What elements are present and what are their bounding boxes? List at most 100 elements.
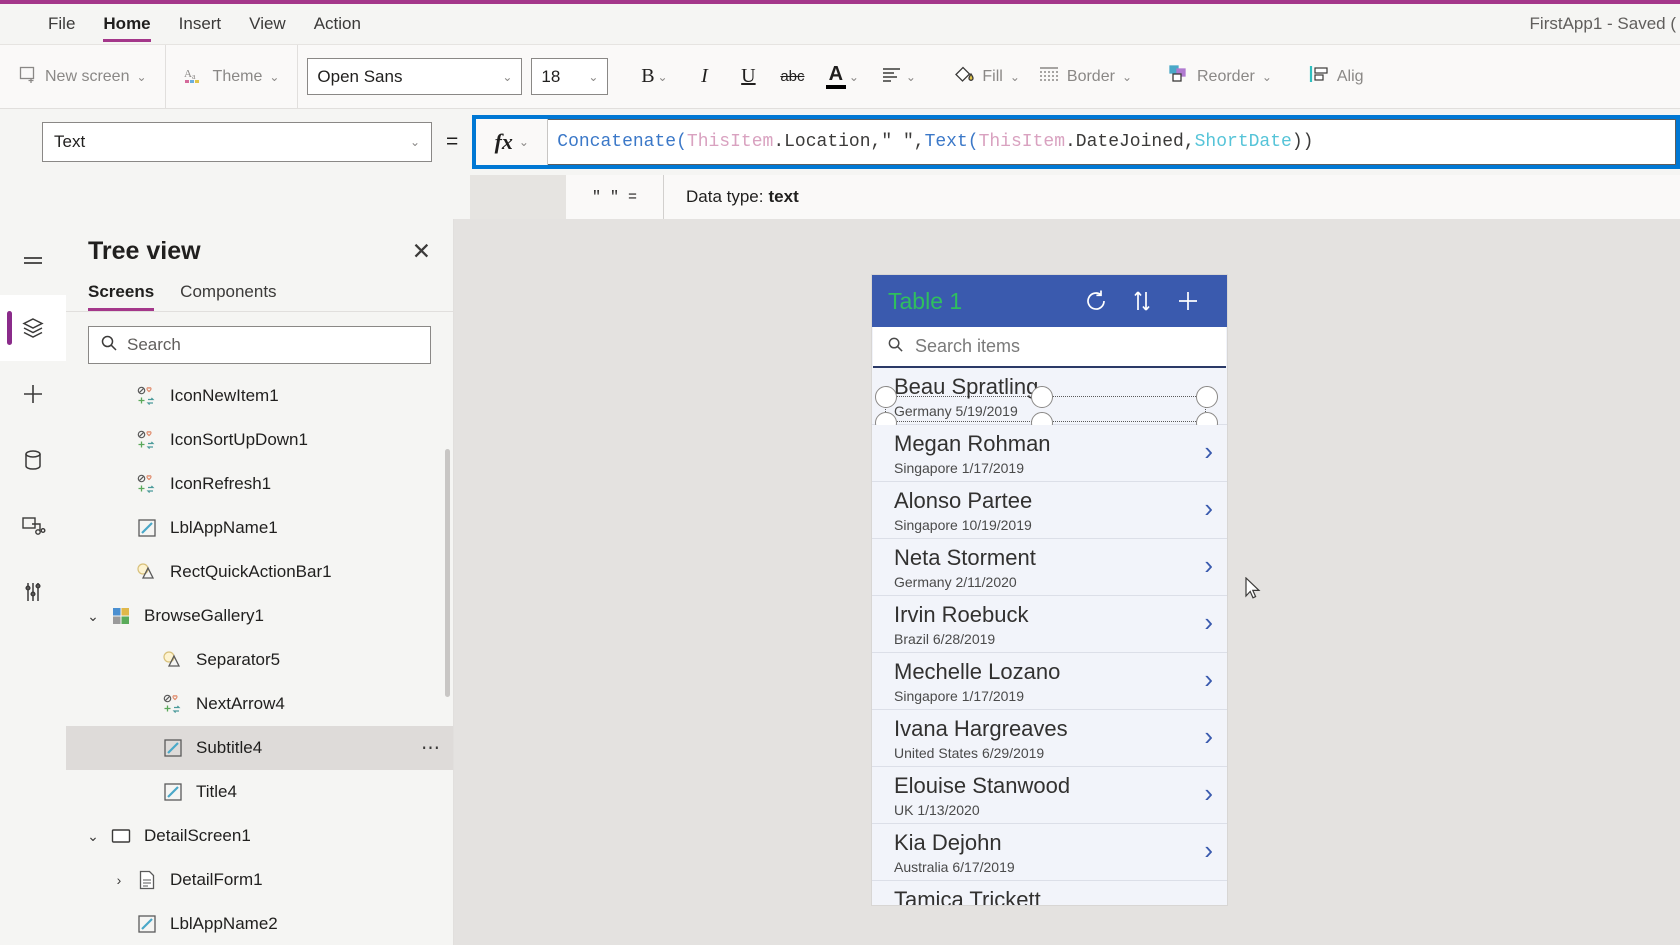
tree-view-icon[interactable] — [0, 295, 66, 361]
formula-input-wrapper: fx ⌄ Concatenate(ThisItem .Location, " ",… — [472, 115, 1680, 169]
close-icon[interactable]: ✕ — [412, 240, 431, 263]
tree-node-label: Separator5 — [196, 650, 281, 669]
chevron-down-icon: ⌄ — [409, 135, 420, 149]
bold-label: B — [641, 65, 655, 87]
next-arrow-icon[interactable]: › — [1204, 837, 1213, 863]
tree-node-title4[interactable]: Title4 — [66, 770, 453, 814]
fx-button[interactable]: fx ⌄ — [476, 119, 549, 165]
reorder-button[interactable]: Reorder ⌄ — [1159, 58, 1281, 95]
resize-handle-tr[interactable] — [1196, 386, 1218, 408]
tab-screens[interactable]: Screens — [88, 282, 155, 311]
border-label: Border — [1066, 67, 1115, 85]
tree-node-lblappname2[interactable]: LblAppName2 — [66, 902, 453, 945]
resize-handle-tl[interactable] — [875, 386, 897, 408]
app-header: Table 1 — [872, 275, 1227, 327]
border-icon — [1038, 64, 1060, 89]
strikethrough-button[interactable]: abc — [770, 57, 814, 97]
bold-button[interactable]: B ⌄ — [626, 57, 682, 97]
align-button[interactable]: Alig — [1299, 58, 1373, 95]
theme-button[interactable]: A a Theme ⌄ — [175, 58, 289, 95]
hamburger-menu-icon[interactable] — [0, 229, 66, 295]
italic-button[interactable]: I — [682, 57, 726, 97]
tree-view-title: Tree view — [88, 237, 201, 265]
font-size-select[interactable]: 18 ⌄ — [531, 58, 609, 95]
tree-node-iconsortupdown1[interactable]: IconSortUpDown1 — [66, 418, 453, 462]
add-icon[interactable] — [1165, 288, 1211, 314]
sort-icon[interactable] — [1119, 288, 1165, 314]
label-icon — [132, 517, 162, 539]
fill-button[interactable]: Fill ⌄ — [944, 57, 1029, 96]
search-icon — [887, 336, 904, 358]
formula-token: Concatenate( — [557, 132, 687, 152]
app-search-box[interactable]: Search items — [873, 327, 1226, 368]
variables-icon[interactable] — [0, 559, 66, 625]
next-arrow-icon[interactable]: › — [1204, 666, 1213, 692]
tab-components[interactable]: Components — [180, 282, 276, 311]
tree-node-iconnewitem1[interactable]: IconNewItem1 — [66, 374, 453, 418]
property-select[interactable]: Text ⌄ — [42, 122, 432, 162]
gallery-row[interactable]: Mechelle Lozano Singapore 1/17/2019 › — [872, 653, 1227, 710]
gallery-row[interactable]: Ivana Hargreaves United States 6/29/2019 › — [872, 710, 1227, 767]
tree-search-box[interactable]: Search — [88, 326, 431, 364]
new-screen-label: New screen — [45, 67, 130, 85]
next-arrow-icon[interactable]: › — [1204, 495, 1213, 521]
resize-handle-tm[interactable] — [1031, 386, 1053, 408]
new-screen-button[interactable]: New screen ⌄ — [9, 58, 156, 95]
gallery-row-subtitle: Australia 6/17/2019 — [894, 859, 1015, 875]
chevron-down-icon[interactable]: ⌄ — [80, 828, 106, 845]
border-button[interactable]: Border ⌄ — [1029, 58, 1141, 95]
media-icon[interactable] — [0, 493, 66, 559]
tree-view-panel: Tree view ✕ Screens Components Search Ic… — [66, 219, 454, 945]
gallery-row[interactable]: Megan Rohman Singapore 1/17/2019 › — [872, 425, 1227, 482]
text-align-button[interactable]: ⌄ — [870, 57, 926, 97]
fill-bucket-icon — [953, 63, 975, 90]
menu-item-action[interactable]: Action — [300, 4, 375, 44]
tree-node-subtitle4[interactable]: Subtitle4 ⋯ — [66, 726, 453, 770]
font-color-button[interactable]: A ⌄ — [814, 57, 870, 97]
data-icon[interactable] — [0, 427, 66, 493]
chevron-down-icon[interactable]: ⌄ — [80, 608, 106, 625]
menu-item-view[interactable]: View — [235, 4, 300, 44]
tree-node-nextarrow4[interactable]: NextArrow4 — [66, 682, 453, 726]
chevron-down-icon: ⌄ — [588, 69, 599, 84]
menu-item-home[interactable]: Home — [89, 4, 164, 44]
gallery-row[interactable]: Beau SpratlingGermany 5/19/2019› — [872, 368, 1227, 434]
tree-node-label: BrowseGallery1 — [144, 606, 264, 625]
menu-item-insert[interactable]: Insert — [165, 4, 236, 44]
font-family-value: Open Sans — [317, 66, 403, 86]
formula-token: , — [913, 132, 925, 152]
next-arrow-icon[interactable]: › — [1204, 609, 1213, 635]
gallery-row[interactable]: Kia Dejohn Australia 6/17/2019 › — [872, 824, 1227, 881]
chevron-right-icon[interactable]: › — [106, 872, 132, 888]
gallery-row[interactable]: Tamica Trickett — [872, 881, 1227, 905]
label-icon — [158, 737, 188, 759]
gallery-row-subtitle: Singapore 10/19/2019 — [894, 517, 1032, 533]
formula-input[interactable]: Concatenate(ThisItem .Location, " ", Text… — [548, 119, 1676, 165]
refresh-icon[interactable] — [1073, 288, 1119, 314]
formula-token: ThisItem — [978, 132, 1065, 152]
gallery-row-subtitle: Germany 2/11/2020 — [894, 574, 1017, 590]
underline-button[interactable]: U — [726, 57, 770, 97]
gallery-row[interactable]: Neta Storment Germany 2/11/2020 › — [872, 539, 1227, 596]
gallery-row[interactable]: Irvin Roebuck Brazil 6/28/2019 › — [872, 596, 1227, 653]
next-arrow-icon[interactable]: › — [1204, 438, 1213, 464]
gallery-row[interactable]: Alonso Partee Singapore 10/19/2019 › — [872, 482, 1227, 539]
tree-node-iconrefresh1[interactable]: IconRefresh1 — [66, 462, 453, 506]
tree-node-rectquickactionbar1[interactable]: RectQuickActionBar1 — [66, 550, 453, 594]
tree-node-detailform1[interactable]: › DetailForm1 — [66, 858, 453, 902]
tree-scrollbar[interactable] — [445, 449, 450, 697]
tree-node-browsegallery1[interactable]: ⌄ BrowseGallery1 — [66, 594, 453, 638]
insert-icon[interactable] — [0, 361, 66, 427]
next-arrow-icon[interactable]: › — [1204, 723, 1213, 749]
font-family-select[interactable]: Open Sans ⌄ — [307, 58, 523, 95]
gallery-row[interactable]: Elouise Stanwood UK 1/13/2020 › — [872, 767, 1227, 824]
tree-node-separator5[interactable]: Separator5 — [66, 638, 453, 682]
next-arrow-icon[interactable]: › — [1204, 552, 1213, 578]
shape-icon — [158, 649, 188, 671]
chevron-down-icon: ⌄ — [905, 69, 916, 84]
menu-item-file[interactable]: File — [34, 4, 89, 44]
tree-node-overflow-menu[interactable]: ⋯ — [421, 737, 441, 760]
tree-node-detailscreen1[interactable]: ⌄ DetailScreen1 — [66, 814, 453, 858]
tree-node-lblappname1[interactable]: LblAppName1 — [66, 506, 453, 550]
next-arrow-icon[interactable]: › — [1204, 780, 1213, 806]
